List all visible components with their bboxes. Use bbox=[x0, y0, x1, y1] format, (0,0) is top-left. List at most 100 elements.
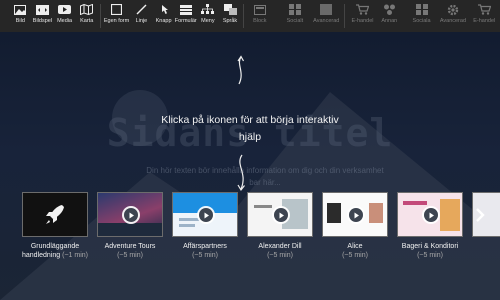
block-icon bbox=[253, 4, 266, 15]
toolbar-item-media[interactable]: Media bbox=[54, 0, 76, 32]
play-icon[interactable] bbox=[197, 206, 215, 224]
tutorial-card-adventure-tours[interactable]: Adventure Tours (~5 min) bbox=[97, 192, 163, 260]
toolbar-label: Media bbox=[57, 18, 73, 24]
toolbar-item-ecommerce-2[interactable]: E-handel bbox=[469, 0, 500, 32]
toolbar-item-advanced[interactable]: Avancerad bbox=[311, 0, 342, 32]
thumb-line bbox=[403, 201, 427, 205]
tutorial-title: Alexander Dill bbox=[258, 243, 302, 250]
tutorial-title-cont: handledning bbox=[22, 252, 61, 259]
cart-icon bbox=[356, 4, 370, 15]
tutorial-duration: (~5 min) bbox=[117, 252, 143, 259]
play-icon[interactable] bbox=[272, 206, 290, 224]
toolbar-label: Linje bbox=[135, 18, 148, 24]
toolbar-label: Meny bbox=[201, 18, 215, 24]
toolbar-item-advanced-2[interactable]: Avancerad bbox=[437, 0, 468, 32]
toolbar-label: Avancerad bbox=[439, 18, 467, 24]
toolbar-divider bbox=[243, 4, 244, 28]
interactive-help-prompt: Klicka på ikonen för att börja interakti… bbox=[161, 114, 339, 143]
toolbar-item-block[interactable]: Block bbox=[246, 0, 274, 32]
toolbar-label: Avancerad bbox=[313, 18, 340, 24]
toolbar-label: E-handel bbox=[351, 18, 374, 24]
thumb-landscape bbox=[98, 223, 162, 236]
thumb-photo bbox=[369, 203, 383, 223]
toolbar-label: Bildspel bbox=[32, 18, 53, 24]
carousel-next-button[interactable] bbox=[473, 206, 487, 224]
toolbar-item-social-2[interactable]: Sociala bbox=[406, 0, 437, 32]
toolbar-item-other[interactable]: Annan bbox=[378, 0, 400, 32]
top-toolbar: Bild Bildspel Media Karta Egen form Linj… bbox=[0, 0, 500, 32]
toolbar-label: Sociala bbox=[412, 18, 431, 24]
toolbar-label: E-handel bbox=[473, 18, 496, 24]
toolbar-item-language[interactable]: Språk bbox=[219, 0, 241, 32]
toolbar-item-image[interactable]: Bild bbox=[9, 0, 31, 32]
toolbar-item-form[interactable]: Formulär bbox=[175, 0, 197, 32]
tutorial-duration: (~5 min) bbox=[342, 252, 368, 259]
cart-icon bbox=[477, 4, 491, 15]
tutorial-duration: (~5 min) bbox=[417, 252, 443, 259]
play-icon[interactable] bbox=[422, 206, 440, 224]
toolbar-label: Bild bbox=[15, 18, 25, 24]
tutorial-title: Affärspartners bbox=[183, 243, 227, 250]
toolbar-item-social[interactable]: Socialt bbox=[279, 0, 310, 32]
tutorial-thumbnail bbox=[322, 192, 388, 237]
tutorial-card-alice[interactable]: Alice (~5 min) bbox=[322, 192, 388, 260]
toolbar-label: Socialt bbox=[286, 18, 304, 24]
play-icon[interactable] bbox=[347, 206, 365, 224]
tutorial-carousel: Grundläggande handledning (~1 min) Adven… bbox=[0, 192, 500, 268]
thumb-line bbox=[254, 205, 272, 208]
tutorial-title-line2: handledning (~1 min) bbox=[22, 251, 88, 260]
toolbar-label: Annan bbox=[381, 18, 398, 24]
toolbar-item-custom-shape[interactable]: Egen form bbox=[103, 0, 131, 32]
toolbar-item-map[interactable]: Karta bbox=[76, 0, 98, 32]
social-icon bbox=[288, 4, 301, 15]
toolbar-divider bbox=[343, 4, 345, 28]
toolbar-label: Block bbox=[253, 18, 267, 24]
tutorial-title: Alice bbox=[347, 243, 363, 250]
image-icon bbox=[14, 4, 27, 15]
toolbar-left-edge bbox=[0, 0, 9, 32]
tutorial-thumbnail bbox=[172, 192, 238, 237]
map-icon bbox=[80, 4, 94, 15]
toolbar-label: Knapp bbox=[155, 18, 172, 24]
advanced-icon bbox=[320, 4, 333, 15]
menu-icon bbox=[201, 4, 215, 15]
form-icon bbox=[179, 4, 192, 15]
toolbar-label: Karta bbox=[80, 18, 94, 24]
tutorial-duration: (~5 min) bbox=[192, 252, 218, 259]
toolbar-item-slideshow[interactable]: Bildspel bbox=[31, 0, 53, 32]
tutorial-card-business-partners[interactable]: Affärspartners (~5 min) bbox=[172, 192, 238, 260]
tutorial-thumbnail bbox=[247, 192, 313, 237]
social-icon bbox=[415, 4, 428, 15]
toolbar-item-line[interactable]: Linje bbox=[130, 0, 152, 32]
toolbar-label: Formulär bbox=[174, 18, 197, 24]
tutorial-thumbnail bbox=[97, 192, 163, 237]
toolbar-item-ecommerce[interactable]: E-handel bbox=[347, 0, 378, 32]
tutorial-card-basic[interactable]: Grundläggande handledning (~1 min) bbox=[22, 192, 88, 260]
toolbar-label: Egen form bbox=[103, 18, 130, 24]
other-icon bbox=[383, 4, 396, 15]
tutorial-thumbnail bbox=[397, 192, 463, 237]
tutorial-title: Adventure Tours bbox=[104, 243, 156, 250]
play-icon[interactable] bbox=[122, 206, 140, 224]
media-icon bbox=[58, 4, 72, 15]
line-icon bbox=[135, 4, 148, 15]
page-subtitle-placeholder[interactable]: Din hör texten bör innehålla information… bbox=[145, 165, 385, 189]
gear-icon bbox=[446, 4, 459, 15]
custom-shape-icon bbox=[110, 4, 123, 15]
toolbar-divider bbox=[99, 4, 101, 28]
slideshow-icon bbox=[35, 4, 49, 15]
tutorial-card-bakery[interactable]: Bageri & Konditori (~5 min) bbox=[397, 192, 463, 260]
toolbar-item-menu[interactable]: Meny bbox=[197, 0, 219, 32]
thumb-photo bbox=[327, 203, 341, 223]
tutorial-title: Grundläggande bbox=[30, 243, 80, 250]
arrow-down-icon bbox=[237, 154, 245, 192]
chevron-right-icon bbox=[476, 208, 485, 222]
tutorial-duration: (~5 min) bbox=[267, 252, 293, 259]
language-icon bbox=[223, 4, 237, 15]
rocket-icon bbox=[46, 205, 64, 224]
button-icon bbox=[157, 4, 170, 15]
arrow-up-icon bbox=[237, 55, 245, 85]
toolbar-item-button[interactable]: Knapp bbox=[153, 0, 175, 32]
tutorial-card-alexander-dill[interactable]: Alexander Dill (~5 min) bbox=[247, 192, 313, 260]
tutorial-thumbnail bbox=[22, 192, 88, 237]
